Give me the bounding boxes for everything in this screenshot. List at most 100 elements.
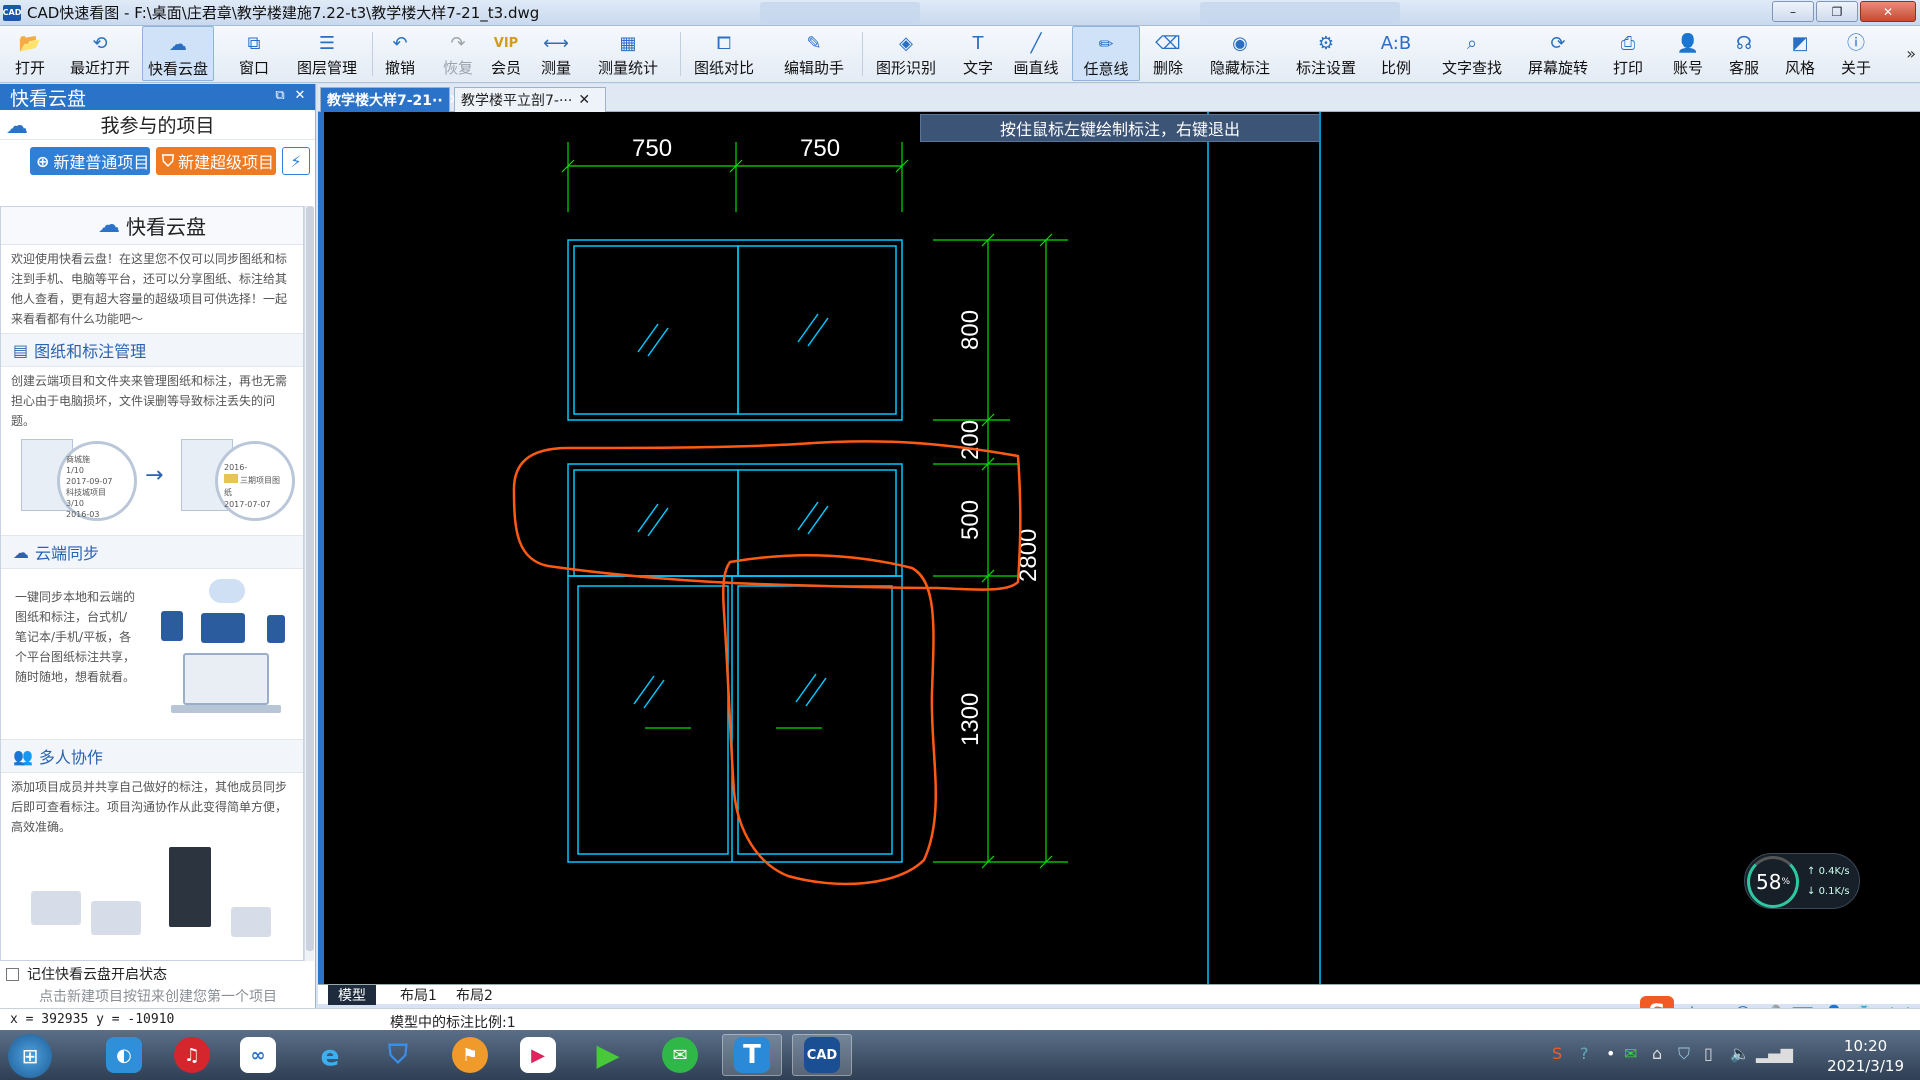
- toolbar-button-info[interactable]: ⓘ 关于: [1836, 26, 1876, 81]
- markup-scale: 模型中的标注比例:1: [390, 1015, 516, 1031]
- toolbar-button-open-folder[interactable]: 📂 打开: [8, 26, 52, 81]
- volume-tray-icon[interactable]: 🔈: [1730, 1044, 1750, 1063]
- clock[interactable]: 10:20 2021/3/19: [1827, 1036, 1904, 1076]
- tab-label: 教学楼平立剖7-···: [461, 93, 573, 109]
- app-logo-icon: CAD: [3, 4, 21, 21]
- network-tray-icon[interactable]: ⌂: [1652, 1044, 1662, 1063]
- toolbar-button-markup-settings[interactable]: ⚙ 标注设置: [1290, 26, 1362, 81]
- new-project-hint: 点击新建项目按钮来创建您第一个项目: [39, 989, 277, 1005]
- toolbar-button-vip[interactable]: VIP 会员: [486, 26, 526, 81]
- status-bar: x = 392935 y = -10910 模型中的标注比例:1: [0, 1008, 1920, 1031]
- toolbar-button-clock[interactable]: ⟲ 最近打开: [68, 26, 132, 81]
- panel-scrollbar[interactable]: [304, 206, 314, 961]
- taskbar-baidu-pan[interactable]: ∞: [228, 1034, 288, 1076]
- toolbar-button-label: 比例: [1380, 59, 1411, 77]
- sogou-tray-icon[interactable]: S: [1552, 1044, 1562, 1063]
- bottom-window-pane-left: [577, 585, 729, 855]
- toolbar-button-eraser[interactable]: ⌫ 删除: [1148, 26, 1188, 81]
- toolbar-button-line[interactable]: ╱ 画直线: [1010, 26, 1062, 81]
- checkbox-icon[interactable]: [6, 967, 19, 981]
- taskbar: ⊞ ◐ ♫ ∞ e ⛉ ⚑ ▶ ▶ ✉ T CAD S ? • ✉ ⌂ ⛉ ▯ …: [0, 1030, 1920, 1080]
- tab-detail-drawing[interactable]: 教学楼大样7-21··✕: [320, 87, 460, 112]
- network-monitor-widget[interactable]: 58% ↑ 0.4K/s ↓ 0.1K/s: [1744, 853, 1860, 909]
- toolbar-button-label: 图层管理: [296, 59, 357, 77]
- wechat-tray-icon[interactable]: ✉: [1624, 1044, 1637, 1063]
- freehand-icon: ✏: [1098, 34, 1114, 55]
- cloud-intro-scroll[interactable]: ☁ 快看云盘 欢迎使用快看云盘！在这里您不仅可以同步图纸和标注到手机、电脑等平台…: [0, 206, 304, 961]
- blurred-region: [1200, 2, 1400, 24]
- taskbar-security[interactable]: ⛉: [368, 1034, 428, 1076]
- toolbar-overflow-icon[interactable]: »: [1906, 44, 1916, 63]
- window-title: CAD快速看图 - F:\桌面\庄君章\教学楼建施7.22-t3\教学楼大样7-…: [27, 4, 540, 22]
- toolbar-button-headset[interactable]: ☊ 客服: [1724, 26, 1764, 81]
- minimize-button[interactable]: –: [1772, 1, 1814, 22]
- remember-state-label: 记住快看云盘开启状态: [27, 967, 167, 983]
- toolbar-button-measure-stats[interactable]: ▦ 测量统计: [592, 26, 664, 81]
- new-super-project-button[interactable]: ⛉ 新建超级项目: [156, 147, 276, 175]
- float-panel-icon[interactable]: ⧉: [273, 89, 287, 103]
- toolbar-button-scale[interactable]: A:B 比例: [1376, 26, 1416, 81]
- close-panel-icon[interactable]: ✕: [293, 89, 307, 103]
- toolbar-button-redo[interactable]: ↷ 恢复: [438, 26, 478, 81]
- pin-tray-icon[interactable]: •: [1606, 1044, 1615, 1063]
- tab-layout1[interactable]: 布局1: [390, 985, 447, 1005]
- toolbar-button-style[interactable]: ◩ 风格: [1780, 26, 1820, 81]
- section-text: 添加项目成员并共享自己做好的标注，其他成员同步后即可查看标注。项目沟通协作从此变…: [11, 780, 288, 834]
- taskbar-browser[interactable]: ◐: [94, 1034, 154, 1076]
- tab-model[interactable]: 模型: [328, 985, 376, 1005]
- toolbar-button-cloud[interactable]: ☁ 快看云盘: [142, 26, 214, 81]
- start-button[interactable]: ⊞: [8, 1034, 52, 1078]
- taskbar-wechat[interactable]: ✉: [650, 1034, 710, 1076]
- glass-hatch-marks: [633, 313, 829, 709]
- toolbar-button-text[interactable]: T 文字: [958, 26, 998, 81]
- device-tray-icon[interactable]: ▯: [1704, 1044, 1713, 1063]
- taskbar-text-editor[interactable]: T: [722, 1034, 782, 1076]
- scrollbar-thumb[interactable]: [306, 206, 314, 951]
- new-normal-project-button[interactable]: ⊕ 新建普通项目: [30, 147, 150, 175]
- help-tray-icon[interactable]: ?: [1580, 1044, 1589, 1063]
- toolbar-button-measure[interactable]: ⟷ 测量: [536, 26, 576, 81]
- layers-icon: ☰: [318, 33, 336, 54]
- toolbar-button-freehand[interactable]: ✏ 任意线: [1072, 26, 1140, 81]
- taskbar-netease[interactable]: ♫: [162, 1034, 222, 1076]
- top-window-pane-left: [573, 245, 739, 415]
- toolbar-button-undo[interactable]: ↶ 撤销: [380, 26, 420, 81]
- toolbar-button-text-search[interactable]: ⌕ 文字查找: [1436, 26, 1508, 81]
- toolbar-button-hide-markup[interactable]: ◉ 隐藏标注: [1206, 26, 1274, 81]
- signal-tray-icon[interactable]: ▂▄▆: [1756, 1044, 1793, 1063]
- shield-tray-icon[interactable]: ⛉: [1678, 1044, 1690, 1064]
- close-button[interactable]: ✕: [1860, 1, 1916, 22]
- window-icon: ⧉: [247, 33, 261, 54]
- tab-elevation-drawing[interactable]: 教学楼平立剖7-··· ✕: [454, 87, 606, 112]
- toolbar-button-rotate-screen[interactable]: ⟳ 屏幕旋转: [1522, 26, 1594, 81]
- sync-button[interactable]: ⚡: [282, 147, 310, 175]
- toolbar-button-edit-helper[interactable]: ✎ 编辑助手: [778, 26, 850, 81]
- main-toolbar: 📂 打开 ⟲ 最近打开 ☁ 快看云盘 ⧉ 窗口 ☰ 图层管理 ↶ 撤销 ↷ 恢复 VIP 会员 ⟷ 测量 ▦ 测量统计…: [0, 26, 1920, 83]
- taskbar-app[interactable]: ⚑: [440, 1034, 500, 1076]
- taskbar-youku[interactable]: ▶: [508, 1034, 568, 1076]
- remember-state-checkbox[interactable]: 记住快看云盘开启状态: [0, 962, 316, 986]
- toolbar-button-layers[interactable]: ☰ 图层管理: [292, 26, 362, 81]
- maximize-button[interactable]: ❐: [1816, 1, 1858, 22]
- zoom-lens-1: 商城施 1/10 2017-09-07 科技城项目 3/10 2016-03: [57, 441, 137, 521]
- tab-layout2[interactable]: 布局2: [446, 985, 503, 1005]
- freehand-markups: [512, 440, 1022, 886]
- text-search-icon: ⌕: [1466, 33, 1478, 54]
- close-tab-icon[interactable]: ✕: [578, 92, 590, 108]
- toolbar-button-compare[interactable]: ⧠ 图纸对比: [688, 26, 760, 81]
- super-project-icon: ⛉: [162, 151, 175, 170]
- drawing-canvas[interactable]: 750 750 800 200 500 1300 2800: [318, 112, 1920, 984]
- blurred-region: [760, 2, 920, 24]
- toolbar-button-label: 隐藏标注: [1209, 59, 1270, 77]
- taskbar-ie[interactable]: e: [300, 1034, 360, 1076]
- toolbar-button-window[interactable]: ⧉ 窗口: [236, 26, 272, 81]
- redo-icon: ↷: [450, 33, 466, 54]
- taskbar-video[interactable]: ▶: [578, 1034, 638, 1076]
- toolbar-button-print[interactable]: ⎙ 打印: [1608, 26, 1648, 81]
- taskbar-cad-viewer[interactable]: CAD: [792, 1034, 852, 1076]
- toolbar-button-shape-recognize[interactable]: ◈ 图形识别: [870, 26, 942, 81]
- cloud-intro-text: 欢迎使用快看云盘！在这里您不仅可以同步图纸和标注到手机、电脑等平台，还可以分享图…: [11, 252, 288, 326]
- compare-icon: ⧠: [716, 33, 732, 54]
- toolbar-button-account[interactable]: 👤 账号: [1668, 26, 1708, 81]
- dimension-texts: 750 750 800 200 500 1300 2800: [632, 135, 1042, 746]
